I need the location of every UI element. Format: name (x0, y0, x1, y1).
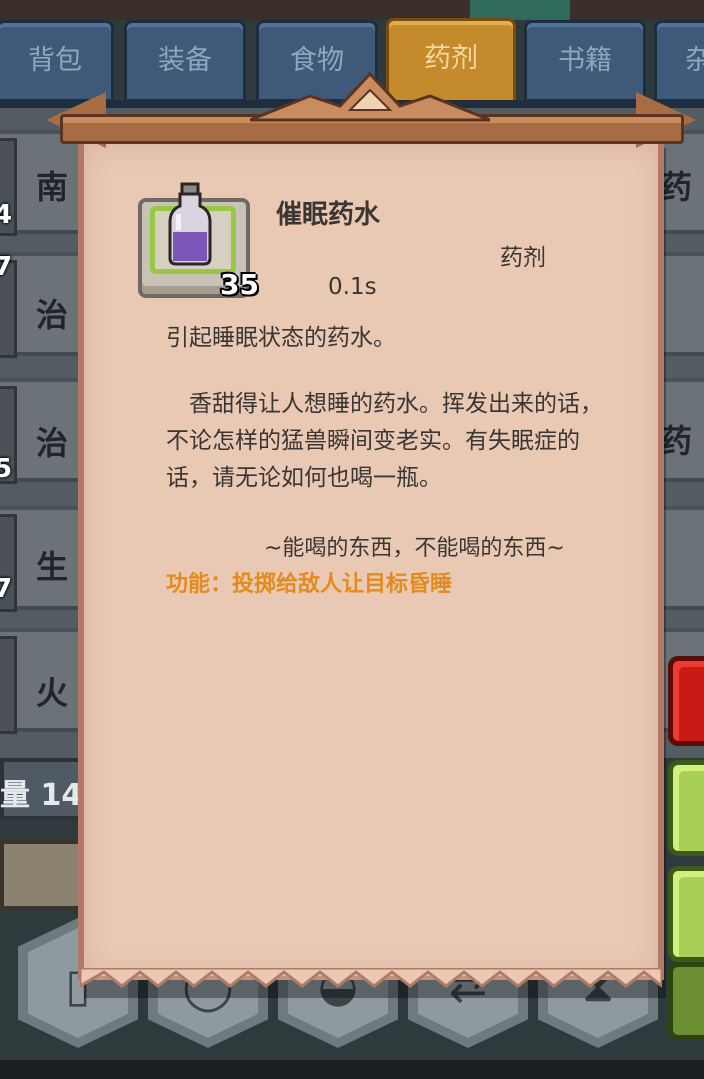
bottom-strip (0, 1060, 704, 1079)
tab-equipment[interactable]: 装备 (124, 20, 246, 102)
list-item-count: 7 (0, 574, 13, 604)
tab-books[interactable]: 书籍 (524, 20, 646, 102)
tab-backpack[interactable]: 背包 (0, 20, 114, 102)
list-item-name: 火 (36, 674, 69, 712)
action-button-secondary[interactable] (668, 962, 704, 1040)
tab-label: 书籍 (558, 45, 612, 76)
item-function: 功能：投掷给敌人让目标昏睡 (166, 572, 453, 597)
list-item-count: 5 (0, 454, 13, 484)
rod-ornament (250, 71, 490, 122)
item-name: 催眠药水 (276, 200, 381, 230)
tooltip-zigzag-edge (80, 968, 662, 988)
tab-label: 装备 (158, 45, 212, 76)
list-item-name: 南 (36, 168, 69, 206)
item-category: 药剂 (500, 245, 546, 271)
capacity-label: 量 14 (0, 778, 83, 813)
list-item-count: 7 (0, 252, 13, 282)
list-item-name: 治 (36, 424, 69, 462)
use-button[interactable] (668, 760, 704, 856)
list-item-count: 4 (0, 200, 13, 230)
potion-bottle-icon (168, 182, 212, 266)
item-description: 香甜得让人想睡的药水。挥发出来的话，不论怎样的猛兽瞬间变老实。有失眠症的话，请无… (166, 391, 603, 491)
item-duration: 0.1s (328, 274, 377, 300)
item-summary: 引起睡眠状态的药水。 (166, 325, 396, 351)
list-item-name: 生 (36, 548, 69, 586)
tab-misc[interactable]: 杂 (654, 20, 704, 102)
tab-label: 杂 (685, 45, 704, 76)
discard-button[interactable] (668, 656, 704, 746)
list-item-frame (0, 636, 17, 734)
tab-label: 背包 (28, 45, 82, 76)
list-item-name: 治 (36, 296, 69, 334)
item-flavor-quote: ~能喝的东西，不能喝的东西~ (264, 536, 565, 561)
action-button[interactable] (668, 866, 704, 962)
top-strip (0, 0, 704, 20)
item-stack-count: 35 (220, 268, 259, 301)
